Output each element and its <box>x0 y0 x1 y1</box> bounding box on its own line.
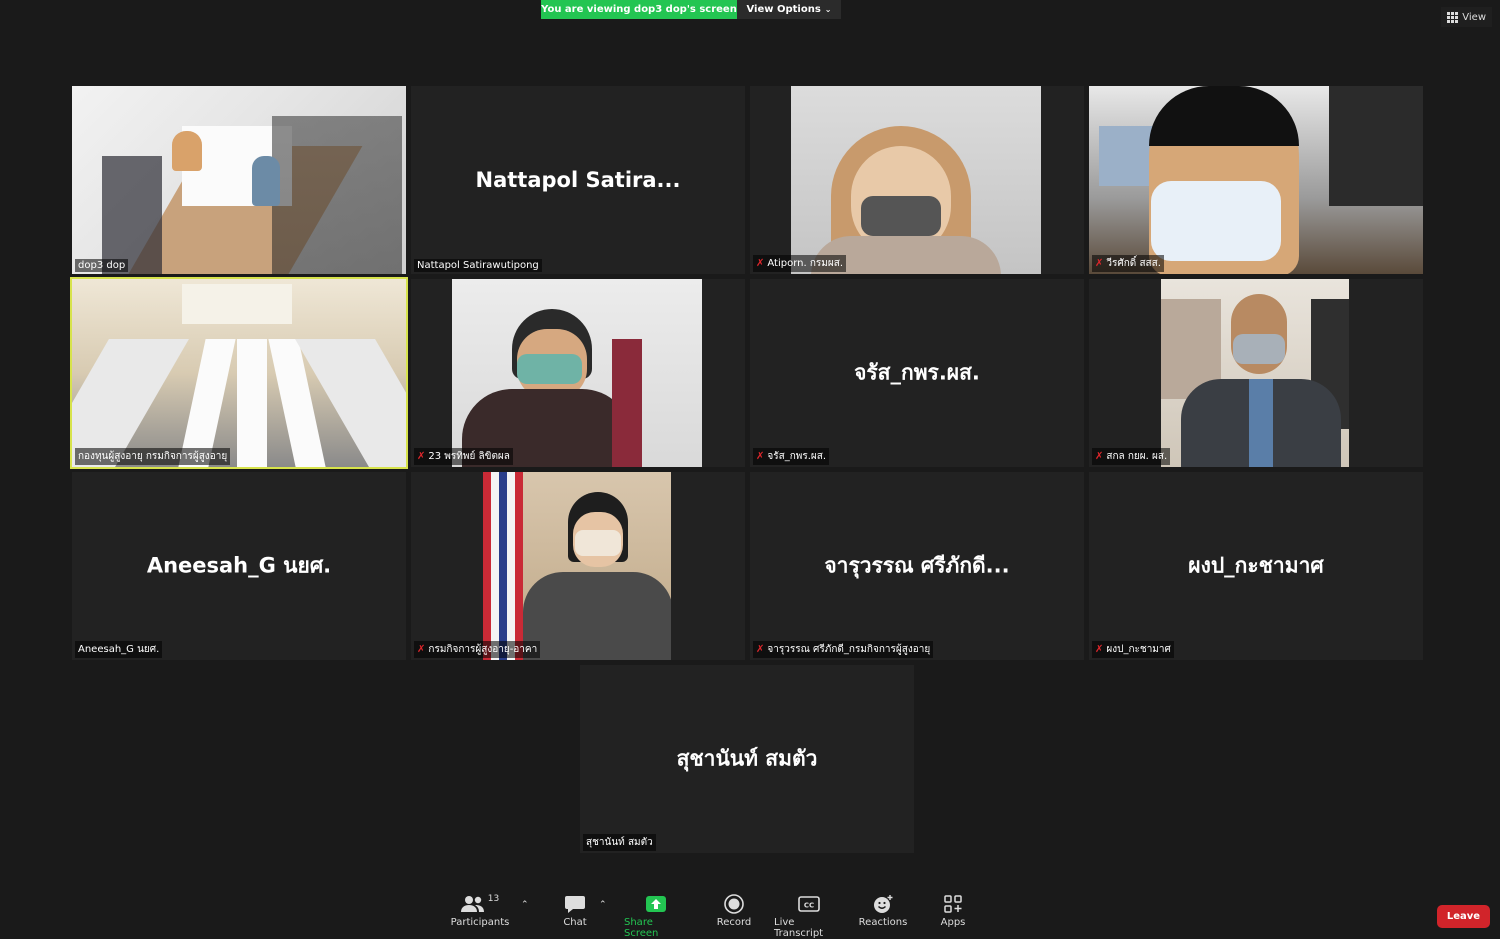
participant-name-label: ✗ จรัส_กพร.ผส. <box>753 448 830 465</box>
participant-name-label: Nattapol Satirawutipong <box>414 259 542 272</box>
participant-name-label: ✗ สกล กยผ. ผส. <box>1092 448 1171 465</box>
participant-name-label: ✗ จารุวรรณ ศรีภักดี_กรมกิจการผู้สูงอายุ <box>753 641 934 658</box>
participant-video <box>1089 86 1423 274</box>
apps-label: Apps <box>940 917 966 928</box>
name-text: Aneesah_G นยศ. <box>78 644 160 655</box>
muted-mic-icon: ✗ <box>756 644 765 655</box>
record-button[interactable]: Record <box>715 894 753 928</box>
participant-video <box>483 472 671 660</box>
muted-mic-icon: ✗ <box>1095 451 1104 462</box>
video-tile-atiporn[interactable]: ✗ Atiporn. กรมผส. <box>750 86 1084 274</box>
muted-mic-icon: ✗ <box>756 258 765 269</box>
name-text: จารุวรรณ ศรีภักดี_กรมกิจการผู้สูงอายุ <box>767 644 931 655</box>
name-text: สกล กยผ. ผส. <box>1106 451 1168 462</box>
chat-caret-icon[interactable]: ⌃ <box>599 900 607 910</box>
participant-name-label: ✗ วีรศักดิ์ สสส. <box>1092 255 1164 272</box>
chat-label: Chat <box>563 917 587 928</box>
name-text: ผงป_กะชามาศ <box>1106 644 1171 655</box>
participant-name-label: Aneesah_G นยศ. <box>75 641 163 658</box>
participant-display-name: สุชานันท์ สมตัว <box>676 746 818 771</box>
participant-name-label: ✗ กรมกิจการผู้สูงอายุ-อาคา <box>414 641 541 658</box>
video-tile-weerasak[interactable]: ✗ วีรศักดิ์ สสส. <box>1089 86 1423 274</box>
participant-name-label: ✗ ผงป_กะชามาศ <box>1092 641 1174 658</box>
view-label: View <box>1462 11 1486 23</box>
meeting-room-video <box>72 86 406 274</box>
video-tile-sakon[interactable]: ✗ สกล กยผ. ผส. <box>1089 279 1423 467</box>
participant-name-label: ✗ 23 พรทิพย์ ลิขิตผล <box>414 448 513 465</box>
participant-display-name: จรัส_กพร.ผส. <box>854 360 980 385</box>
reactions-label: Reactions <box>858 917 908 928</box>
leave-button[interactable]: Leave <box>1437 905 1490 928</box>
participant-display-name: Nattapol Satira... <box>475 168 681 192</box>
video-tile-jaruwan[interactable]: จารุวรรณ ศรีภักดี... ✗ จารุวรรณ ศรีภักดี_… <box>750 472 1084 660</box>
chat-icon <box>565 894 585 914</box>
name-text: กองทุนผู้สูงอายุ กรมกิจการผู้สูงอายุ <box>78 451 228 462</box>
muted-mic-icon: ✗ <box>756 451 765 462</box>
share-screen-button[interactable]: Share Screen <box>624 894 688 939</box>
chat-button[interactable]: Chat <box>560 894 590 928</box>
svg-text:CC: CC <box>804 902 814 910</box>
participant-name-label: สุชานันท์ สมตัว <box>583 834 656 851</box>
participant-video <box>452 279 702 467</box>
name-text: Atiporn. กรมผส. <box>767 258 844 269</box>
video-tile-fund-room[interactable]: กองทุนผู้สูงอายุ กรมกิจการผู้สูงอายุ <box>70 277 408 469</box>
name-text: dop3 dop <box>78 260 126 271</box>
chevron-down-icon: ⌄ <box>824 5 832 14</box>
participants-icon: 13 <box>460 894 500 914</box>
record-icon <box>724 894 744 914</box>
video-tile-kachamas[interactable]: ผงป_กะชามาศ ✗ ผงป_กะชามาศ <box>1089 472 1423 660</box>
share-screen-label: Share Screen <box>624 917 659 939</box>
participant-name-label: กองทุนผู้สูงอายุ กรมกิจการผู้สูงอายุ <box>75 448 231 465</box>
video-tile-dop3[interactable]: dop3 dop <box>72 86 406 274</box>
participant-name-label: ✗ Atiporn. กรมผส. <box>753 255 847 272</box>
conference-room-video <box>72 279 406 467</box>
muted-mic-icon: ✗ <box>417 451 426 462</box>
muted-mic-icon: ✗ <box>417 644 426 655</box>
participant-display-name: Aneesah_G นยศ. <box>146 553 332 578</box>
closed-caption-icon: CC <box>798 894 820 914</box>
muted-mic-icon: ✗ <box>1095 258 1104 269</box>
view-options-label: View Options <box>746 4 821 15</box>
apps-button[interactable]: Apps <box>938 894 968 928</box>
participants-button[interactable]: 13 Participants <box>450 894 510 928</box>
video-tile-porntip[interactable]: ✗ 23 พรทิพย์ ลิขิตผล <box>411 279 745 467</box>
reactions-icon <box>872 894 894 914</box>
participants-caret-icon[interactable]: ⌃ <box>521 900 529 910</box>
participant-video <box>1161 279 1349 467</box>
video-tile-aneesah[interactable]: Aneesah_G นยศ. Aneesah_G นยศ. <box>72 472 406 660</box>
video-tile-dop-building[interactable]: ✗ กรมกิจการผู้สูงอายุ-อาคา <box>411 472 745 660</box>
live-transcript-label: Live Transcript <box>774 917 824 939</box>
participant-name-label: dop3 dop <box>75 259 129 272</box>
muted-mic-icon: ✗ <box>1095 644 1104 655</box>
participant-display-name: ผงป_กะชามาศ <box>1188 553 1324 578</box>
reactions-button[interactable]: Reactions <box>859 894 907 928</box>
grid-view-icon <box>1447 11 1459 23</box>
name-text: สุชานันท์ สมตัว <box>586 837 653 848</box>
video-tile-jaras[interactable]: จรัส_กพร.ผส. ✗ จรัส_กพร.ผส. <box>750 279 1084 467</box>
meeting-toolbar: 13 Participants ⌃ Chat ⌃ Share Screen Re… <box>0 886 1500 939</box>
view-options-button[interactable]: View Options ⌄ <box>737 0 841 19</box>
video-tile-suchanan[interactable]: สุชานันท์ สมตัว สุชานันท์ สมตัว <box>580 665 914 853</box>
name-text: วีรศักดิ์ สสส. <box>1106 258 1161 269</box>
apps-icon <box>944 894 962 914</box>
live-transcript-button[interactable]: CC Live Transcript <box>774 894 844 939</box>
participants-label: Participants <box>450 917 510 928</box>
view-button[interactable]: View <box>1441 7 1492 27</box>
name-text: Nattapol Satirawutipong <box>417 260 539 271</box>
screen-share-banner: You are viewing dop3 dop's screen <box>541 0 737 19</box>
name-text: กรมกิจการผู้สูงอายุ-อาคา <box>428 644 538 655</box>
video-tile-nattapol[interactable]: Nattapol Satira... Nattapol Satirawutipo… <box>411 86 745 274</box>
record-label: Record <box>716 917 752 928</box>
share-screen-icon <box>645 894 667 914</box>
participants-count: 13 <box>487 894 500 904</box>
name-text: จรัส_กพร.ผส. <box>767 451 827 462</box>
name-text: 23 พรทิพย์ ลิขิตผล <box>428 451 510 462</box>
participant-video <box>791 86 1041 274</box>
participant-display-name: จารุวรรณ ศรีภักดี... <box>824 553 1010 578</box>
